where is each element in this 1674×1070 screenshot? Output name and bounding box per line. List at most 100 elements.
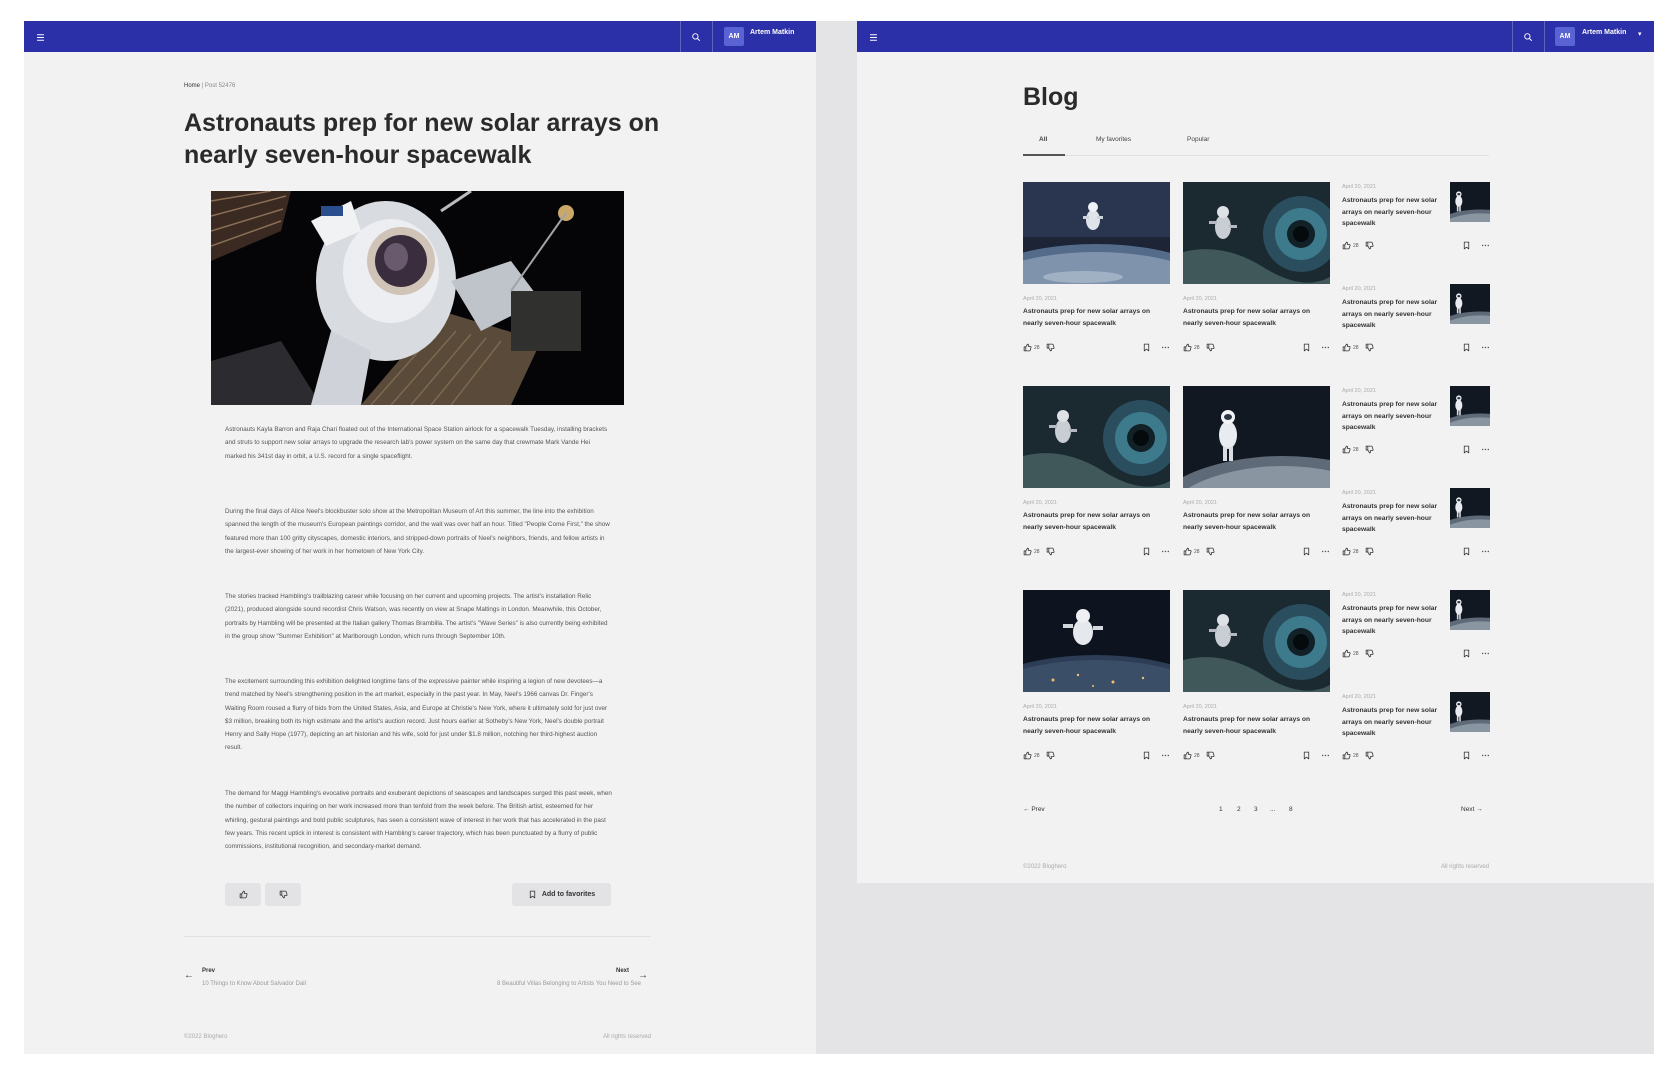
thumb-down-icon[interactable] [1365,751,1374,760]
side-item-title[interactable]: Astronauts prep for new solar arrays on … [1342,399,1438,434]
bookmark-icon[interactable] [1302,547,1311,556]
bookmark-icon[interactable] [1142,547,1151,556]
more-icon[interactable] [1481,751,1490,760]
like-button[interactable]: 28 [1023,547,1040,556]
search-icon[interactable] [686,27,706,47]
menu-icon[interactable] [30,27,50,47]
like-button[interactable]: 28 [1342,649,1359,658]
pagination-next[interactable]: Next → [1461,806,1483,813]
more-icon[interactable] [1321,547,1330,556]
breadcrumb-home[interactable]: Home [184,83,200,89]
more-icon[interactable] [1481,547,1490,556]
like-button[interactable]: 28 [1342,751,1359,760]
like-button[interactable]: 28 [1183,343,1200,352]
add-to-favorites-button[interactable]: Add to favorites [512,883,611,906]
tab-popular[interactable]: Popular [1187,136,1209,143]
next-label[interactable]: Next [616,968,629,974]
bookmark-icon[interactable] [1142,751,1151,760]
bookmark-icon[interactable] [1302,751,1311,760]
bookmark-icon[interactable] [1142,343,1151,352]
more-icon[interactable] [1481,343,1490,352]
like-button[interactable]: 28 [1023,343,1040,352]
bookmark-icon[interactable] [1462,751,1471,760]
side-item-title[interactable]: Astronauts prep for new solar arrays on … [1342,297,1438,332]
more-icon[interactable] [1321,751,1330,760]
side-item-thumbnail[interactable] [1450,692,1490,732]
card-image[interactable] [1023,590,1170,692]
bookmark-icon[interactable] [1302,343,1311,352]
user-name[interactable]: Artem Matkin [750,29,794,36]
card-title[interactable]: Astronauts prep for new solar arrays on … [1183,306,1330,329]
side-item-thumbnail[interactable] [1450,488,1490,528]
side-item-thumbnail[interactable] [1450,182,1490,222]
bookmark-icon[interactable] [1462,241,1471,250]
tab-all[interactable]: All [1039,136,1047,143]
like-button[interactable]: 28 [1183,547,1200,556]
arrow-right-icon[interactable]: → [638,970,648,981]
thumb-down-icon[interactable] [1365,343,1374,352]
more-icon[interactable] [1161,343,1170,352]
more-icon[interactable] [1481,649,1490,658]
like-button[interactable]: 28 [1342,241,1359,250]
like-button[interactable]: 28 [1023,751,1040,760]
bookmark-icon[interactable] [1462,343,1471,352]
thumb-down-icon[interactable] [1046,343,1055,352]
like-button[interactable]: 28 [1342,547,1359,556]
side-item-title[interactable]: Astronauts prep for new solar arrays on … [1342,501,1438,536]
card-image[interactable] [1183,182,1330,284]
prev-label[interactable]: Prev [202,968,215,974]
thumb-down-icon[interactable] [1206,547,1215,556]
like-button[interactable]: 28 [1183,751,1200,760]
more-icon[interactable] [1481,241,1490,250]
page-2[interactable]: 2 [1237,806,1241,813]
avatar[interactable]: AM [724,27,744,46]
bookmark-icon[interactable] [1462,445,1471,454]
search-icon[interactable] [1518,27,1538,47]
thumb-down-icon[interactable] [1365,547,1374,556]
thumb-down-icon[interactable] [1365,241,1374,250]
like-button[interactable]: 28 [1342,343,1359,352]
avatar[interactable]: AM [1555,27,1575,46]
prev-post-title[interactable]: 10 Things to Know About Salvador Dalí [202,981,306,987]
card-title[interactable]: Astronauts prep for new solar arrays on … [1183,714,1330,737]
more-icon[interactable] [1481,445,1490,454]
page-3[interactable]: 3 [1254,806,1258,813]
card-image[interactable] [1023,182,1170,284]
page-8[interactable]: 8 [1289,806,1293,813]
chevron-down-icon[interactable]: ▾ [1638,30,1642,38]
more-icon[interactable] [1321,343,1330,352]
more-icon[interactable] [1161,547,1170,556]
card-image[interactable] [1023,386,1170,488]
card-title[interactable]: Astronauts prep for new solar arrays on … [1023,510,1170,533]
side-item-thumbnail[interactable] [1450,590,1490,630]
thumb-down-icon[interactable] [1365,649,1374,658]
thumb-down-icon[interactable] [1046,547,1055,556]
side-item-thumbnail[interactable] [1450,284,1490,324]
card-image[interactable] [1183,386,1330,488]
like-button[interactable]: 28 [1342,445,1359,454]
next-post-title[interactable]: 8 Beautiful Villas Belonging to Artists … [497,981,641,987]
thumb-down-icon[interactable] [1046,751,1055,760]
thumb-down-icon[interactable] [1206,343,1215,352]
thumb-down-icon[interactable] [1365,445,1374,454]
bookmark-icon[interactable] [1462,649,1471,658]
card-image[interactable] [1183,590,1330,692]
pagination-prev[interactable]: ← Prev [1023,806,1045,813]
side-item-title[interactable]: Astronauts prep for new solar arrays on … [1342,705,1438,740]
user-name[interactable]: Artem Matkin [1582,29,1626,36]
arrow-left-icon[interactable]: ← [184,970,194,981]
side-item-title[interactable]: Astronauts prep for new solar arrays on … [1342,603,1438,638]
card-title[interactable]: Astronauts prep for new solar arrays on … [1023,714,1170,737]
tab-my-favorites[interactable]: My favorites [1096,136,1131,143]
more-icon[interactable] [1161,751,1170,760]
side-item-title[interactable]: Astronauts prep for new solar arrays on … [1342,195,1438,230]
thumb-down-icon[interactable] [1206,751,1215,760]
card-title[interactable]: Astronauts prep for new solar arrays on … [1183,510,1330,533]
dislike-button[interactable] [265,883,301,906]
side-item-thumbnail[interactable] [1450,386,1490,426]
bookmark-icon[interactable] [1462,547,1471,556]
like-button[interactable] [225,883,261,906]
card-title[interactable]: Astronauts prep for new solar arrays on … [1023,306,1170,329]
page-1[interactable]: 1 [1219,806,1223,813]
menu-icon[interactable] [863,27,883,47]
